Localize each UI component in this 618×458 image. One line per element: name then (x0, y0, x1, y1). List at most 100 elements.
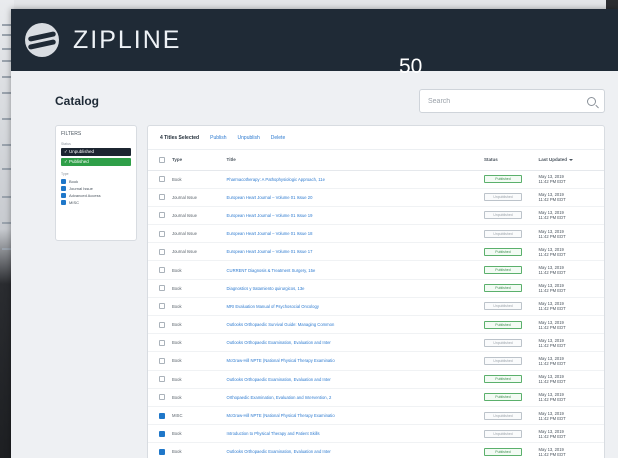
table-row[interactable]: Book CURRENT Diagnosis & Treatment Surger… (148, 260, 604, 280)
row-title-link[interactable]: Pharmacotherapy: A Pathophysiologic Appr… (226, 170, 484, 189)
table-row[interactable]: Book Outlooks Orthopaedic Examination, Ev… (148, 442, 604, 458)
search-box[interactable] (419, 89, 605, 113)
row-select-cell[interactable] (148, 315, 172, 335)
row-select-cell[interactable] (148, 351, 172, 371)
table-row[interactable]: Book McGraw-Hill NPTE (National Physical … (148, 351, 604, 371)
table-row[interactable]: Journal Issue European Heart Journal – Vo… (148, 206, 604, 226)
table-row[interactable]: Book Outlooks Orthopaedic Examination, Ev… (148, 333, 604, 353)
row-time: 11:42 PM EDT (538, 415, 566, 421)
row-title-link[interactable]: European Heart Journal – Volume 01 Issue… (226, 188, 484, 207)
row-type: Journal Issue (172, 188, 227, 207)
counter-overlay: 50 (399, 55, 423, 78)
row-checkbox[interactable] (159, 339, 165, 346)
table-row[interactable]: Journal Issue European Heart Journal – Vo… (148, 224, 604, 244)
row-checkbox[interactable] (159, 357, 165, 364)
unpublish-action[interactable]: Unpublish (238, 135, 260, 141)
table-body: Book Pharmacotherapy: A Pathophysiologic … (148, 170, 604, 458)
table-row[interactable]: Book MRI Evaluation Manual of Psychosocia… (148, 297, 604, 317)
row-checkbox[interactable] (159, 248, 165, 255)
row-title-link[interactable]: Orthopaedic Examination, Evaluation and … (226, 388, 484, 407)
row-select-cell[interactable] (148, 242, 172, 262)
table-row[interactable]: Journal Issue European Heart Journal – Vo… (148, 188, 604, 207)
row-title-link[interactable]: McGraw-Hill NPTE (National Physical Ther… (226, 351, 484, 371)
row-select-cell[interactable] (148, 279, 172, 298)
column-header-last-updated[interactable]: Last Updated (538, 150, 604, 171)
row-type: MISC (172, 406, 227, 426)
checkbox-checked-icon[interactable] (61, 179, 66, 184)
row-checkbox[interactable] (159, 412, 165, 419)
status-badge: Published (483, 247, 522, 256)
row-select-cell[interactable] (148, 206, 172, 226)
table-row[interactable]: Book Outlooks Orthopaedic Survival Guide:… (148, 315, 604, 335)
status-badge: Unpublished (483, 356, 522, 365)
filter-type-journal-issue[interactable]: Journal Issue (61, 185, 131, 192)
filter-type-misc[interactable]: MISC (61, 199, 131, 206)
column-header-title[interactable]: Title (226, 150, 484, 171)
table-row[interactable]: MISC McGraw-Hill NPTE (National Physical … (148, 406, 604, 426)
filter-chip-unpublished[interactable]: ✓ Unpublished (61, 148, 131, 156)
table-row[interactable]: Journal Issue European Heart Journal – Vo… (148, 242, 604, 262)
table-row[interactable]: Book Orthopaedic Examination, Evaluation … (148, 388, 604, 407)
titles-selected-label: 4 Titles Selected (160, 134, 200, 141)
status-badge: Published (483, 266, 522, 275)
checkbox-checked-icon[interactable] (61, 186, 66, 191)
search-icon[interactable] (587, 96, 596, 106)
row-select-cell[interactable] (148, 333, 172, 353)
row-select-cell[interactable] (148, 424, 172, 444)
checkbox-checked-icon[interactable] (61, 200, 66, 205)
row-select-cell[interactable] (148, 406, 172, 426)
column-header-type[interactable]: Type (172, 150, 227, 171)
filter-type-book[interactable]: Book (61, 178, 131, 185)
row-title-link[interactable]: McGraw-Hill NPTE (National Physical Ther… (226, 406, 484, 426)
table-row[interactable]: Book Diagnostics y tratamiento quirurgico… (148, 279, 604, 298)
row-checkbox[interactable] (159, 194, 165, 201)
filter-chip-published[interactable]: ✓ Published (61, 158, 131, 166)
select-all-cell[interactable] (148, 150, 172, 171)
search-input[interactable] (428, 97, 587, 105)
checkbox-checked-icon[interactable] (61, 193, 66, 198)
table-row[interactable]: Book Pharmacotherapy: A Pathophysiologic … (148, 170, 604, 189)
row-select-cell[interactable] (148, 224, 172, 244)
row-checkbox[interactable] (159, 230, 165, 237)
row-title-link[interactable]: Outlooks Orthopaedic Examination, Evalua… (226, 333, 484, 353)
row-checkbox[interactable] (159, 430, 165, 437)
row-checkbox[interactable] (159, 212, 165, 219)
table-row[interactable]: Book Outlooks Orthopaedic Examination, Ev… (148, 370, 604, 389)
row-checkbox[interactable] (159, 448, 165, 455)
delete-action[interactable]: Delete (271, 135, 285, 141)
row-select-cell[interactable] (148, 297, 172, 317)
row-title-link[interactable]: European Heart Journal – Volume 01 Issue… (226, 224, 484, 244)
table-row[interactable]: Book Introduction to Physical Therapy and… (148, 424, 604, 444)
zipline-logo-icon[interactable] (25, 23, 59, 57)
row-checkbox[interactable] (159, 303, 165, 310)
row-checkbox[interactable] (159, 267, 165, 274)
row-select-cell[interactable] (148, 170, 172, 189)
row-checkbox[interactable] (159, 285, 165, 292)
row-title-link[interactable]: Outlooks Orthopaedic Examination, Evalua… (226, 370, 484, 389)
row-time: 11:42 PM EDT (538, 270, 566, 276)
sort-desc-icon[interactable] (569, 159, 574, 162)
row-checkbox[interactable] (159, 394, 165, 401)
row-title-link[interactable]: European Heart Journal – Volume 01 Issue… (226, 206, 484, 226)
row-title-link[interactable]: CURRENT Diagnosis & Treatment Surgery, 1… (226, 260, 484, 280)
row-title-link[interactable]: European Heart Journal – Volume 01 Issue… (226, 242, 484, 262)
row-title-link[interactable]: MRI Evaluation Manual of Psychosocial On… (226, 297, 484, 317)
row-select-cell[interactable] (148, 388, 172, 407)
column-header-status[interactable]: Status (483, 150, 539, 171)
row-select-cell[interactable] (148, 260, 172, 280)
select-all-checkbox[interactable] (159, 156, 165, 163)
row-checkbox[interactable] (159, 376, 165, 383)
row-title-link[interactable]: Outlooks Orthopaedic Survival Guide: Man… (226, 315, 484, 335)
filter-type-advanced-access[interactable]: Advanced Access (61, 192, 131, 199)
row-checkbox[interactable] (159, 176, 165, 183)
row-title-link[interactable]: Diagnostics y tratamiento quirurgicos, 1… (226, 279, 484, 298)
publish-action[interactable]: Publish (210, 135, 226, 141)
row-title-link[interactable]: Outlooks Orthopaedic Examination, Evalua… (226, 442, 484, 458)
row-select-cell[interactable] (148, 188, 172, 207)
row-title-link[interactable]: Introduction to Physical Therapy and Pat… (226, 424, 484, 444)
row-checkbox[interactable] (159, 321, 165, 328)
row-select-cell[interactable] (148, 370, 172, 389)
row-status-cell: Unpublished (483, 424, 539, 444)
catalog-content: Catalog FILTERS Status ✓ Unpublished ✓ P… (55, 87, 605, 458)
row-select-cell[interactable] (148, 442, 172, 458)
